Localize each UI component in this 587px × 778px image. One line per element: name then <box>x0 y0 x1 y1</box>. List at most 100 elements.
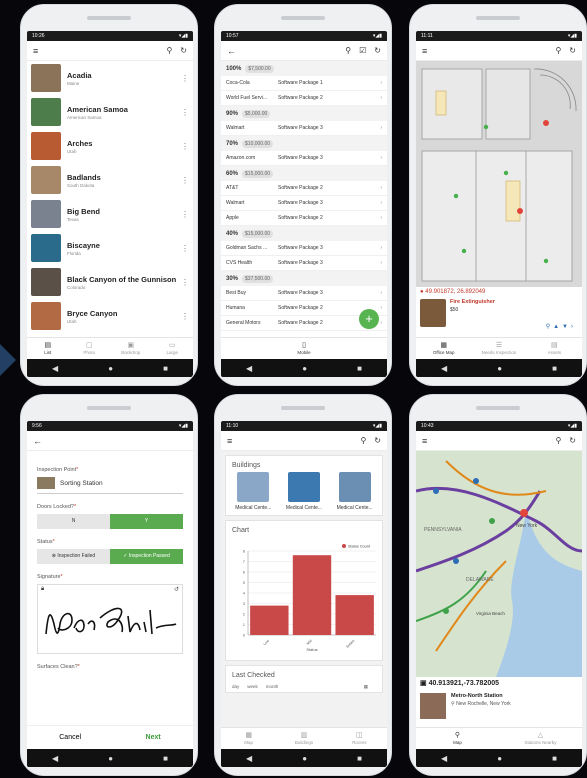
map-pin[interactable] <box>483 124 489 130</box>
recents-nav-icon[interactable]: ■ <box>163 364 168 373</box>
tab-buildings[interactable]: ▥ Buildings <box>276 728 331 749</box>
back-nav-icon[interactable]: ◀ <box>246 754 252 763</box>
tab-office-map[interactable]: ▦ Office Map <box>416 338 471 359</box>
more-vert-icon[interactable]: ⋮ <box>181 176 189 185</box>
refresh-icon[interactable]: ↻ <box>569 436 576 445</box>
filter-day[interactable]: day <box>232 684 239 690</box>
map-pin[interactable] <box>503 170 509 176</box>
list-item[interactable]: Apple Software Package 2 › <box>221 211 387 226</box>
list-item[interactable]: Biscayne Florida ⋮ <box>27 231 193 265</box>
refresh-icon[interactable]: ↻ <box>569 46 576 55</box>
list-item[interactable]: Walmart Software Package 3 › <box>221 121 387 136</box>
back-nav-icon[interactable]: ◀ <box>52 364 58 373</box>
list-item[interactable]: Amazon.com Software Package 3 › <box>221 151 387 166</box>
option-passed[interactable]: ✓ Inspection Passed <box>110 549 183 564</box>
more-vert-icon[interactable]: ⋮ <box>181 244 189 253</box>
station-card[interactable]: Metro-North Station ⚲ New Rochelle, New … <box>420 693 578 719</box>
option-failed[interactable]: ⊗ Inspection Failed <box>37 549 110 564</box>
selected-station-pin[interactable] <box>520 509 528 517</box>
tab-large[interactable]: ▭ Large <box>152 338 194 359</box>
list-item[interactable]: Arches Utah ⋮ <box>27 129 193 163</box>
home-nav-icon[interactable]: ● <box>108 364 113 373</box>
menu-icon[interactable]: ≡ <box>422 46 427 56</box>
home-nav-icon[interactable]: ● <box>302 364 307 373</box>
back-arrow-icon[interactable]: ← <box>227 46 236 56</box>
cancel-button[interactable]: Cancel <box>59 734 81 741</box>
tab-mobile[interactable]: ▯ Mobile <box>221 338 387 359</box>
home-nav-icon[interactable]: ● <box>497 754 502 763</box>
search-icon[interactable]: ⚲ <box>555 46 561 55</box>
list-item[interactable]: Badlands South Dakota ⋮ <box>27 163 193 197</box>
back-arrow-icon[interactable]: ← <box>33 436 42 446</box>
thumbs-down-icon[interactable]: ▼ <box>562 324 571 330</box>
undo-icon[interactable]: ↺ <box>174 586 179 593</box>
menu-icon[interactable]: ≡ <box>422 436 427 446</box>
building-item[interactable]: Medical Cente... <box>330 472 380 511</box>
more-vert-icon[interactable]: ⋮ <box>181 142 189 151</box>
lock-icon[interactable]: 🔒︎ <box>41 586 44 593</box>
search-icon[interactable]: ⚲ <box>345 46 351 55</box>
building-item[interactable]: Medical Cente... <box>279 472 329 511</box>
filter-month[interactable]: month <box>266 684 279 690</box>
tab-stations-nearby[interactable]: △ Stations Nearby <box>499 728 582 749</box>
refresh-icon[interactable]: ↻ <box>374 436 381 445</box>
list-item[interactable]: Goldman Sachs ... Software Package 3 › <box>221 241 387 256</box>
station-marker[interactable] <box>443 608 449 614</box>
station-marker[interactable] <box>473 478 479 484</box>
map-pin[interactable] <box>543 258 549 264</box>
search-icon[interactable]: ⚲ <box>360 436 366 445</box>
signature-pad[interactable]: 🔒︎ ↺ <box>37 584 183 654</box>
list-item[interactable]: Bryce Canyon Utah ⋮ <box>27 299 193 333</box>
calendar-icon[interactable]: ▦ <box>364 684 368 690</box>
home-nav-icon[interactable]: ● <box>497 364 502 373</box>
tab-rooms[interactable]: ◫ Rooms <box>332 728 387 749</box>
tab-photo[interactable]: ▢ Photo <box>69 338 111 359</box>
more-vert-icon[interactable]: ⋮ <box>181 312 189 321</box>
more-vert-icon[interactable]: ⋮ <box>181 108 189 117</box>
station-marker[interactable] <box>433 488 439 494</box>
station-marker[interactable] <box>453 558 459 564</box>
location-icon[interactable]: ⚲ <box>546 324 553 330</box>
option-no[interactable]: N <box>37 514 110 529</box>
station-marker[interactable] <box>489 518 495 524</box>
thumbs-up-icon[interactable]: ▲ <box>553 324 562 330</box>
floor-plan-map[interactable] <box>416 61 582 287</box>
list-item[interactable]: Big Bend Texas ⋮ <box>27 197 193 231</box>
region-map[interactable]: PENNSYLVANIA New York DELAWARE Virginia … <box>416 451 582 677</box>
tab-list[interactable]: ▤ List <box>27 338 69 359</box>
filter-week[interactable]: week <box>247 684 258 690</box>
recents-nav-icon[interactable]: ■ <box>357 364 362 373</box>
back-nav-icon[interactable]: ◀ <box>441 754 447 763</box>
option-yes[interactable]: Y <box>110 514 183 529</box>
next-button[interactable]: Next <box>146 734 161 741</box>
search-icon[interactable]: ⚲ <box>555 436 561 445</box>
more-vert-icon[interactable]: ⋮ <box>181 278 189 287</box>
map-pin[interactable] <box>461 248 467 254</box>
list-item[interactable]: Coca-Cola Software Package 1 › <box>221 76 387 91</box>
chevron-right-icon[interactable]: › <box>571 324 576 330</box>
recents-nav-icon[interactable]: ■ <box>163 754 168 763</box>
tab-map[interactable]: ▦ Map <box>221 728 276 749</box>
back-nav-icon[interactable]: ◀ <box>441 364 447 373</box>
list-item[interactable]: Walmart Software Package 3 › <box>221 196 387 211</box>
tab-assets[interactable]: ▤ Assets <box>527 338 582 359</box>
recents-nav-icon[interactable]: ■ <box>552 754 557 763</box>
map-pin[interactable] <box>453 193 459 199</box>
recents-nav-icon[interactable]: ■ <box>357 754 362 763</box>
list-item[interactable]: CVS Health Software Package 3 › <box>221 256 387 271</box>
add-fab-button[interactable]: + <box>359 309 379 329</box>
menu-icon[interactable]: ≡ <box>227 436 232 446</box>
list-item[interactable]: Acadia Maine ⋮ <box>27 61 193 95</box>
more-vert-icon[interactable]: ⋮ <box>181 74 189 83</box>
home-nav-icon[interactable]: ● <box>108 754 113 763</box>
map-pin[interactable] <box>543 120 549 126</box>
list-item[interactable]: World Fuel Servi... Software Package 2 › <box>221 91 387 106</box>
inspection-point-select[interactable]: Sorting Station <box>37 477 183 494</box>
list-item[interactable]: Black Canyon of the Gunnison Colorado ⋮ <box>27 265 193 299</box>
list-item[interactable]: Best Buy Software Package 3 › <box>221 286 387 301</box>
recents-nav-icon[interactable]: ■ <box>552 364 557 373</box>
map-pin[interactable] <box>517 208 523 214</box>
more-vert-icon[interactable]: ⋮ <box>181 210 189 219</box>
tab-map[interactable]: ⚲ Map <box>416 728 499 749</box>
home-nav-icon[interactable]: ● <box>302 754 307 763</box>
